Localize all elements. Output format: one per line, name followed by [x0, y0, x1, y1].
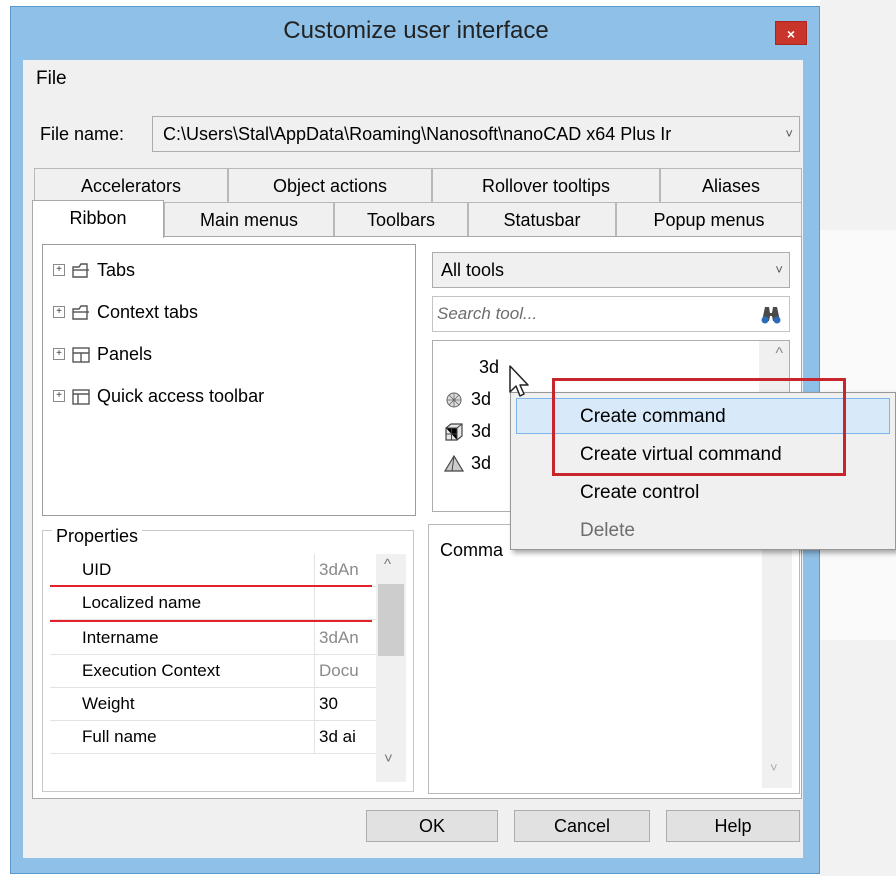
property-row[interactable]: Intername 3dAn — [50, 622, 376, 655]
scroll-down-icon[interactable]: ˅ — [770, 760, 778, 775]
property-value: 3dAn — [314, 622, 381, 654]
menu-file[interactable]: File — [36, 65, 67, 93]
close-button[interactable]: × — [775, 21, 807, 45]
command-scrollbar[interactable] — [762, 530, 792, 788]
tab-popup-menus[interactable]: Popup menus — [616, 202, 802, 236]
expand-icon[interactable]: + — [53, 305, 65, 318]
annotation-highlight-box — [552, 378, 846, 476]
tab-rollover-tooltips[interactable]: Rollover tooltips — [432, 168, 660, 202]
tab-accelerators[interactable]: Accelerators — [34, 168, 228, 202]
file-name-label: File name: — [40, 124, 125, 144]
tree-item-tabs[interactable]: + Tabs — [43, 249, 415, 291]
property-row[interactable]: Weight 30 — [50, 688, 376, 721]
tree-item-quick-access[interactable]: + Quick access toolbar — [43, 375, 415, 417]
expand-icon[interactable]: + — [53, 389, 65, 402]
tool-label: 3d — [479, 357, 500, 377]
properties-grid: UID 3dAn Localized name Intername 3dAn E… — [50, 554, 406, 782]
mouse-cursor-icon — [509, 365, 529, 397]
command-label: Comma — [440, 540, 504, 560]
property-row[interactable]: Full name 3d ai — [50, 721, 376, 754]
background-strip — [820, 640, 896, 876]
file-name-value: C:\Users\Stal\AppData\Roaming\Nanosoft\n… — [163, 124, 672, 144]
tree-item-context-tabs[interactable]: + Context tabs — [43, 291, 415, 333]
tool-label: 3d — [471, 421, 492, 441]
tool-filter-select[interactable]: All tools ˅ — [432, 252, 790, 288]
property-name: Full name — [82, 727, 157, 746]
cancel-button[interactable]: Cancel — [514, 810, 650, 842]
tool-label: 3d — [471, 453, 492, 473]
property-value: 3dAn — [314, 554, 381, 586]
property-value[interactable]: 30 — [314, 688, 381, 720]
help-button[interactable]: Help — [666, 810, 800, 842]
tree-item-label: Panels — [97, 344, 153, 364]
property-row[interactable]: Localized name — [50, 587, 376, 620]
property-name: Weight — [82, 694, 135, 713]
mesh-icon — [446, 392, 462, 408]
binoculars-icon[interactable] — [759, 303, 783, 325]
tree-item-label: Quick access toolbar — [97, 386, 265, 406]
properties-legend: Properties — [52, 524, 143, 548]
tool-label: 3d — [471, 389, 492, 409]
ribbon-tree: + Tabs + Context tabs + Panels + Quick acces… — [42, 244, 416, 516]
property-name: Localized name — [82, 593, 202, 612]
command-group — [428, 524, 800, 794]
property-row[interactable]: Execution Context Docu — [50, 655, 376, 688]
window-title: Customize user interface — [283, 17, 549, 44]
pyramid-icon — [443, 455, 465, 472]
scroll-up-icon[interactable]: ^ — [775, 345, 783, 363]
chevron-down-icon: ˅ — [785, 126, 793, 141]
background-strip — [820, 0, 896, 230]
property-value: Docu — [314, 655, 381, 687]
scroll-up-icon[interactable]: ^ — [384, 556, 391, 573]
property-name: UID — [82, 560, 112, 579]
tool-filter-value: All tools — [441, 260, 505, 280]
properties-scroll-thumb[interactable] — [378, 584, 404, 656]
tab-toolbars[interactable]: Toolbars — [334, 202, 468, 236]
toolbar-icon — [72, 389, 90, 405]
search-input[interactable]: Search tool... — [432, 296, 790, 332]
property-row[interactable]: UID 3dAn — [50, 554, 376, 587]
tree-item-label: Tabs — [97, 260, 136, 280]
chevron-down-icon: ˅ — [775, 262, 783, 277]
expand-icon[interactable]: + — [53, 347, 65, 360]
panels-icon — [72, 347, 90, 363]
tab-folder-icon — [72, 305, 89, 320]
tab-folder-icon — [72, 263, 89, 278]
ok-button[interactable]: OK — [366, 810, 498, 842]
property-name: Execution Context — [82, 661, 220, 680]
tab-main-menus[interactable]: Main menus — [164, 202, 334, 236]
search-placeholder: Search tool... — [437, 304, 538, 323]
tab-ribbon[interactable]: Ribbon — [32, 200, 164, 238]
menu-item-delete: Delete — [580, 520, 635, 541]
tab-object-actions[interactable]: Object actions — [228, 168, 432, 202]
tab-statusbar[interactable]: Statusbar — [468, 202, 616, 236]
tab-aliases[interactable]: Aliases — [660, 168, 802, 202]
tree-item-panels[interactable]: + Panels — [43, 333, 415, 375]
tree-item-label: Context tabs — [97, 302, 199, 322]
scroll-down-icon[interactable]: ˅ — [384, 750, 393, 767]
property-value[interactable]: 3d ai — [314, 721, 381, 753]
file-name-combo[interactable]: C:\Users\Stal\AppData\Roaming\Nanosoft\n… — [152, 116, 800, 152]
box-icon — [445, 423, 463, 441]
expand-icon[interactable]: + — [53, 263, 65, 276]
property-name: Intername — [82, 628, 159, 647]
property-value[interactable] — [314, 587, 381, 619]
menu-item-create-control[interactable]: Create control — [580, 474, 782, 512]
